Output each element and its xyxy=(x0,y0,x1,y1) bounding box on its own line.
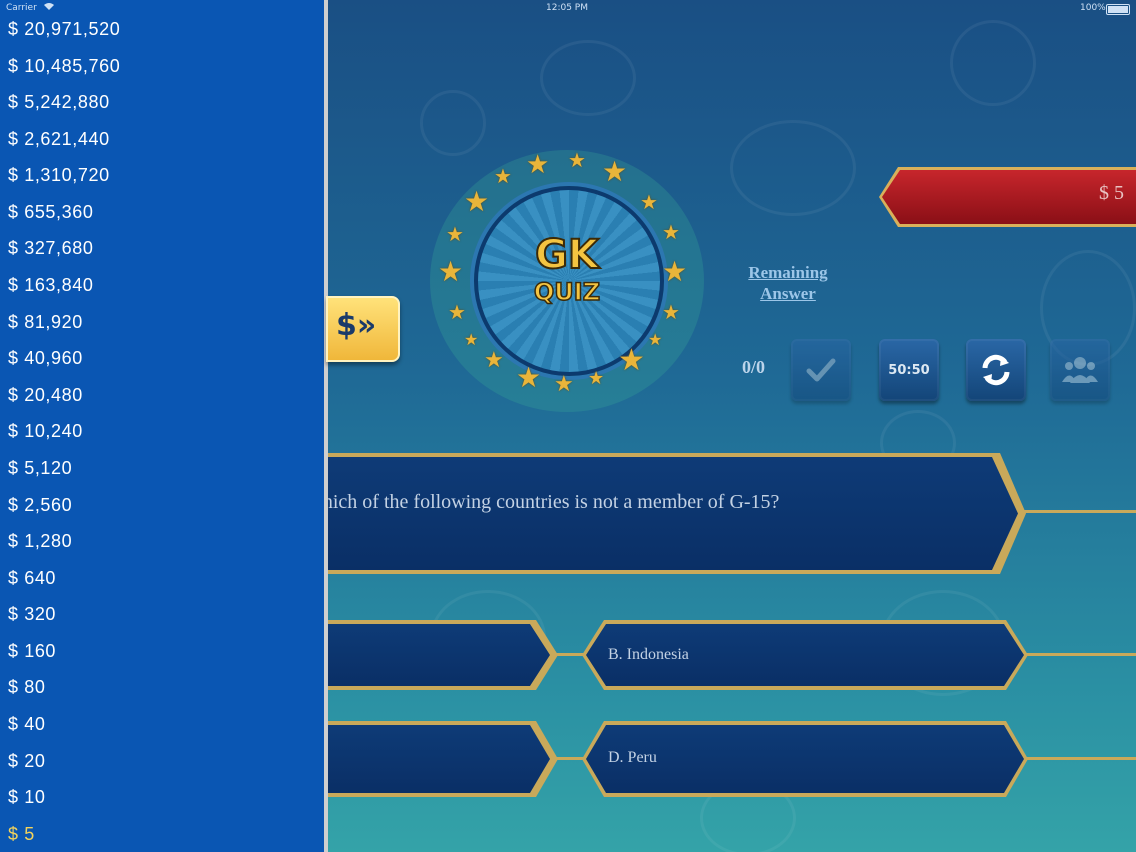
audience-lifeline-button[interactable] xyxy=(1050,339,1110,401)
prize-ladder-item: $ 5,120 xyxy=(8,458,73,478)
question-panel: Which of the following countries is not … xyxy=(328,457,1018,570)
refresh-icon xyxy=(966,339,1026,401)
bg-swirl xyxy=(730,120,856,216)
bg-swirl xyxy=(420,90,486,156)
gk-quiz-logo: GK QUIZ ★ ★ ★ ★ ★ ★ ★ ★ ★ ★ ★ ★ ★ ★ ★ ★ … xyxy=(430,150,704,412)
battery-icon xyxy=(1106,4,1130,15)
checkmark-icon xyxy=(791,339,851,401)
star-icon: ★ xyxy=(484,348,504,373)
remaining-label-line2: Answer xyxy=(760,284,816,303)
star-icon: ★ xyxy=(618,343,645,378)
prize-ladder-item: $ 10,240 xyxy=(8,421,83,441)
prize-ladder-toggle-button[interactable]: $» xyxy=(326,296,400,362)
carrier-label: Carrier xyxy=(6,3,37,13)
answer-connector xyxy=(1014,653,1136,656)
prize-ladder-item: $ 163,840 xyxy=(8,275,94,295)
swap-question-lifeline-button[interactable] xyxy=(966,339,1026,401)
clock: 12:05 PM xyxy=(546,3,588,13)
prize-ladder-item: $ 40,960 xyxy=(8,348,83,368)
star-icon: ★ xyxy=(494,164,512,188)
prize-ladder-item: $ 1,280 xyxy=(8,531,73,551)
bg-swirl xyxy=(540,40,636,116)
score-value: $ 5 xyxy=(1099,182,1124,204)
wifi-icon xyxy=(44,3,54,10)
prize-ladder-item: $ 327,680 xyxy=(8,238,94,258)
star-icon: ★ xyxy=(438,255,464,288)
star-icon: ★ xyxy=(588,368,605,389)
star-icon: ★ xyxy=(640,190,658,214)
check-lifeline-button[interactable] xyxy=(791,339,851,401)
star-icon: ★ xyxy=(464,185,490,218)
logo-quiz-text: QUIZ xyxy=(533,277,601,307)
prize-ladder-item: $ 20 xyxy=(8,751,46,771)
answer-b-label: B. Indonesia xyxy=(608,646,689,663)
star-icon: ★ xyxy=(662,255,688,288)
prize-ladder-item: $ 2,560 xyxy=(8,495,73,515)
prize-ladder-item: $ 2,621,440 xyxy=(8,129,110,149)
prize-ladder-panel: $ 20,971,520 $ 10,485,760 $ 5,242,880 $ … xyxy=(0,0,328,852)
question-text: Which of the following countries is not … xyxy=(304,491,780,513)
prize-ladder-item: $ 40 xyxy=(8,714,46,734)
star-icon: ★ xyxy=(448,300,466,324)
fifty-fifty-label: 50:50 xyxy=(888,362,930,378)
star-icon: ★ xyxy=(526,150,550,180)
prize-ladder-item: $ 80 xyxy=(8,677,46,697)
star-icon: ★ xyxy=(568,148,586,172)
answer-connector xyxy=(1014,757,1136,760)
answer-a-button[interactable] xyxy=(328,624,550,686)
bg-swirl xyxy=(950,20,1036,106)
prize-ladder-item-current: $ 5 xyxy=(8,824,35,844)
answer-c-button[interactable] xyxy=(328,725,550,793)
star-icon: ★ xyxy=(662,220,680,244)
remaining-label-line1: Remaining xyxy=(748,263,828,282)
prize-ladder-item: $ 1,310,720 xyxy=(8,165,110,185)
question-connector xyxy=(1010,510,1136,513)
prize-ladder-item: $ 81,920 xyxy=(8,312,83,332)
battery-percent: 100% xyxy=(1080,3,1106,13)
fifty-fifty-lifeline-button[interactable]: 50:50 xyxy=(879,339,939,401)
dollar-chevron-icon: $» xyxy=(336,308,377,343)
star-icon: ★ xyxy=(648,330,663,349)
star-icon: ★ xyxy=(602,155,628,188)
prize-ladder-item: $ 320 xyxy=(8,604,57,624)
star-icon: ★ xyxy=(464,330,479,349)
remaining-answer-link[interactable]: Remaining Answer xyxy=(730,262,846,304)
prize-ladder-item: $ 20,971,520 xyxy=(8,19,121,39)
star-icon: ★ xyxy=(554,372,574,397)
answer-b-button[interactable]: B. Indonesia xyxy=(586,624,1024,686)
star-icon: ★ xyxy=(662,300,680,324)
answer-d-label: D. Peru xyxy=(608,749,657,766)
audience-icon xyxy=(1050,339,1110,401)
logo-gk-text: GK xyxy=(534,231,600,279)
prize-ladder-item: $ 20,480 xyxy=(8,385,83,405)
score-banner: $ 5 xyxy=(882,170,1136,224)
prize-ladder-item: $ 160 xyxy=(8,641,57,661)
status-bar: Carrier 12:05 PM 100% xyxy=(0,0,1136,18)
prize-ladder-item: $ 10 xyxy=(8,787,46,807)
star-icon: ★ xyxy=(516,361,542,394)
answer-d-button[interactable]: D. Peru xyxy=(586,725,1024,793)
star-icon: ★ xyxy=(446,222,464,246)
prize-ladder-item: $ 10,485,760 xyxy=(8,56,121,76)
prize-ladder-item: $ 5,242,880 xyxy=(8,92,110,112)
prize-ladder-item: $ 655,360 xyxy=(8,202,94,222)
remaining-count: 0/0 xyxy=(742,357,766,377)
prize-ladder-item: $ 640 xyxy=(8,568,57,588)
